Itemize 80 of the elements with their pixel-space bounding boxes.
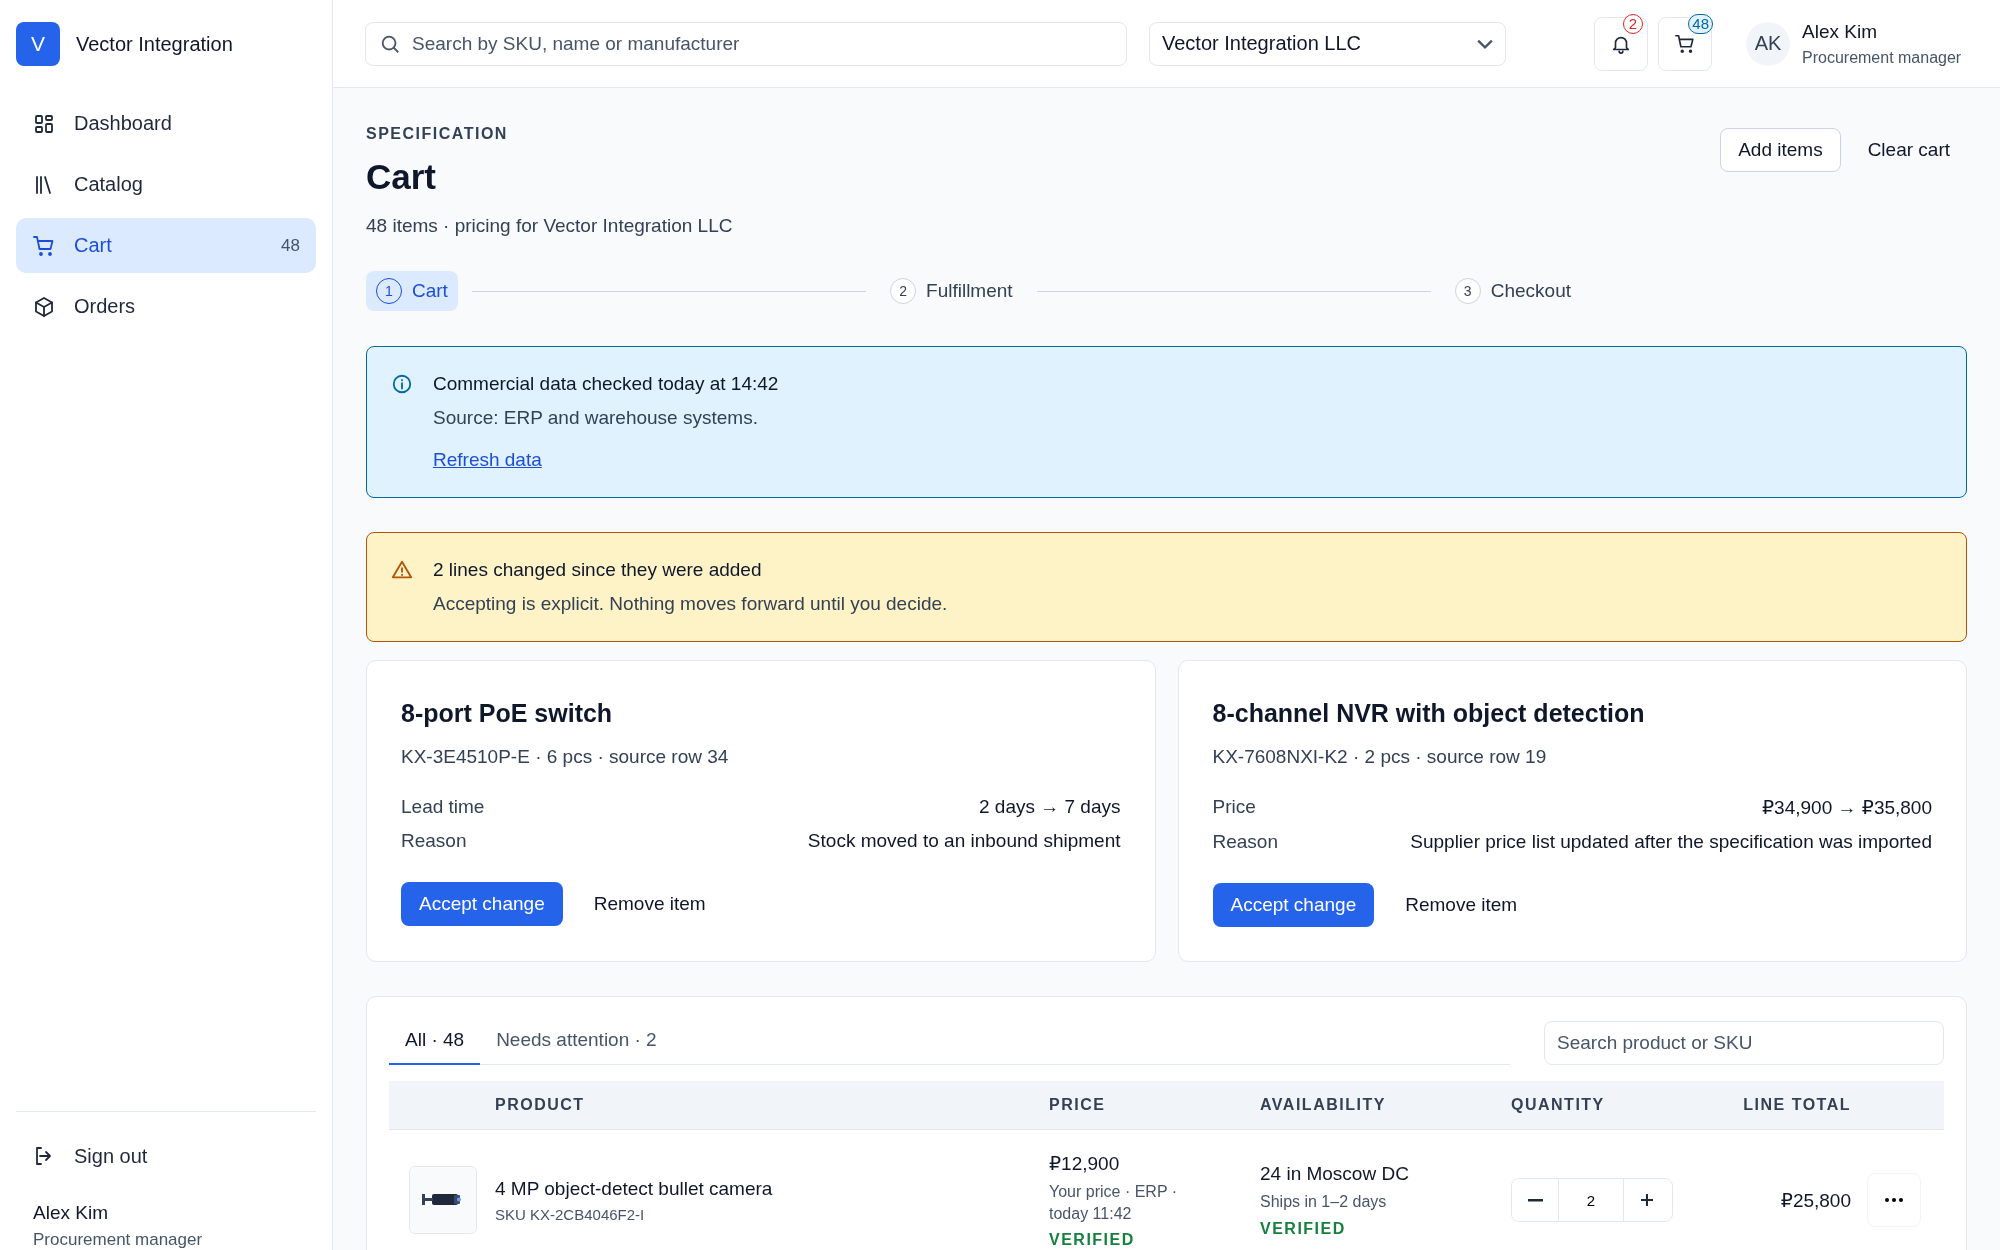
refresh-link[interactable]: Refresh data (433, 449, 542, 471)
user-role: Procurement manager (33, 1230, 204, 1250)
banner-text: Source: ERP and warehouse systems. (433, 407, 759, 429)
avatar[interactable]: AK (1746, 21, 1790, 66)
status-label: VERIFIED (1260, 1219, 1347, 1238)
user-name: Alex Kim (1802, 20, 1878, 43)
warning-icon (391, 559, 413, 581)
banner-text: Accepting is explicit. Nothing moves forward until you decide. (433, 593, 949, 615)
cart-button[interactable]: 48 (1658, 16, 1712, 71)
search-field[interactable]: Search by SKU, name or manufacturer (365, 21, 1127, 66)
status-label: VERIFIED (1049, 1231, 1136, 1250)
add-items-button[interactable]: Add items (1720, 128, 1841, 172)
company-dropdown[interactable]: Vector Integration LLC (1149, 21, 1506, 66)
more-icon (1884, 1197, 1904, 1204)
user-role: Procurement manager (1802, 48, 1962, 67)
sign-out-link[interactable]: Sign out (16, 1134, 316, 1179)
column-header: QUANTITY (1511, 1094, 1606, 1115)
field-label: Reason (1212, 831, 1278, 853)
page-title: Cart (366, 157, 438, 197)
step-label: Fulfillment (926, 280, 1013, 302)
banner-title: 2 lines changed since they were added (433, 559, 763, 581)
column-header: PRICE (1049, 1094, 1107, 1115)
column-header: AVAILABILITY (1260, 1094, 1387, 1115)
card-meta: KX-7608NXI-K2 · 2 pcs · source row 19 (1212, 746, 1548, 768)
card-title: 8-port PoE switch (401, 699, 614, 728)
field-value: Stock moved to an inbound shipment (807, 830, 1121, 852)
notifications-button[interactable]: 2 (1594, 16, 1648, 71)
step-label: Checkout (1490, 280, 1571, 302)
eyebrow-label: SPECIFICATION (366, 125, 509, 143)
chevron-icon (1477, 38, 1493, 49)
step-label: Cart (412, 280, 448, 302)
field-label: Reason (401, 830, 467, 852)
field-label: Lead time (401, 796, 485, 818)
user-name: Alex Kim (33, 1202, 109, 1225)
sidebar-item[interactable]: Cart 48 (16, 218, 316, 273)
cart-icon (1674, 32, 1696, 55)
card-meta: KX-3E4510P-E · 6 pcs · source row 34 (401, 746, 730, 768)
shipping-note: Ships in 1–2 days (1260, 1192, 1388, 1213)
price-note: Your price · ERP · today 11:42 (1049, 1181, 1179, 1224)
remove-button[interactable]: Remove item (1388, 883, 1535, 927)
product-sku: SKU KX-2CB4046F2-I (495, 1205, 646, 1223)
availability: 24 in Moscow DC (1260, 1163, 1410, 1186)
field-value: Supplier price list updated after the specification was imported (1410, 831, 1932, 853)
step-number: 3 (1454, 278, 1481, 304)
price: ₽12,900 (1049, 1151, 1121, 1175)
step-number: 2 (890, 278, 917, 304)
quantity-field[interactable]: 2 (1558, 1179, 1624, 1222)
clear-cart-button[interactable]: Clear cart (1850, 128, 1967, 172)
quantity-stepper[interactable]: 2 (1511, 1178, 1673, 1223)
filter-tab[interactable]: Needs attention · 2 (480, 1019, 673, 1065)
sidebar-item[interactable]: Catalog (16, 157, 316, 212)
line-total: ₽25,800 (1780, 1188, 1851, 1212)
minus-icon (1527, 1199, 1543, 1202)
sidebar-item[interactable]: Orders (16, 279, 316, 334)
box-icon (32, 294, 56, 319)
field-value: ₽34,900 → ₽35,800 (1762, 796, 1932, 819)
column-header: PRODUCT (495, 1094, 586, 1115)
remove-button[interactable]: Remove item (576, 882, 723, 926)
step[interactable]: 2 Fulfillment (880, 271, 1023, 311)
banner-title: Commercial data checked today at 14:42 (433, 373, 780, 395)
field-label: Price (1212, 796, 1256, 819)
cart-icon (32, 233, 56, 258)
page-subtitle: 48 items · pricing for Vector Integration LLC (366, 215, 733, 237)
card-title: 8-channel NVR with object detection (1212, 699, 1646, 728)
accept-button[interactable]: Accept change (1212, 883, 1375, 927)
cart-badge: 48 (1688, 13, 1713, 34)
product-name: 4 MP object-detect bullet camera (495, 1177, 774, 1200)
sidebar-item[interactable]: Dashboard (16, 96, 316, 151)
table-search-field[interactable]: Search product or SKU (1544, 1020, 1944, 1065)
brand-name: Vector Integration (76, 32, 233, 56)
step[interactable]: 3 Checkout (1444, 271, 1581, 311)
logo: V (16, 22, 60, 66)
field-value: 2 days → 7 days (978, 796, 1121, 818)
notification-badge: 2 (1623, 13, 1643, 34)
accept-button[interactable]: Accept change (401, 882, 563, 926)
filter-tab[interactable]: All · 48 (389, 1019, 481, 1065)
info-icon (391, 373, 413, 395)
item-count: 48 (281, 235, 300, 256)
column-header: LINE TOTAL (1742, 1094, 1851, 1115)
step[interactable]: 1 Cart (366, 271, 458, 311)
